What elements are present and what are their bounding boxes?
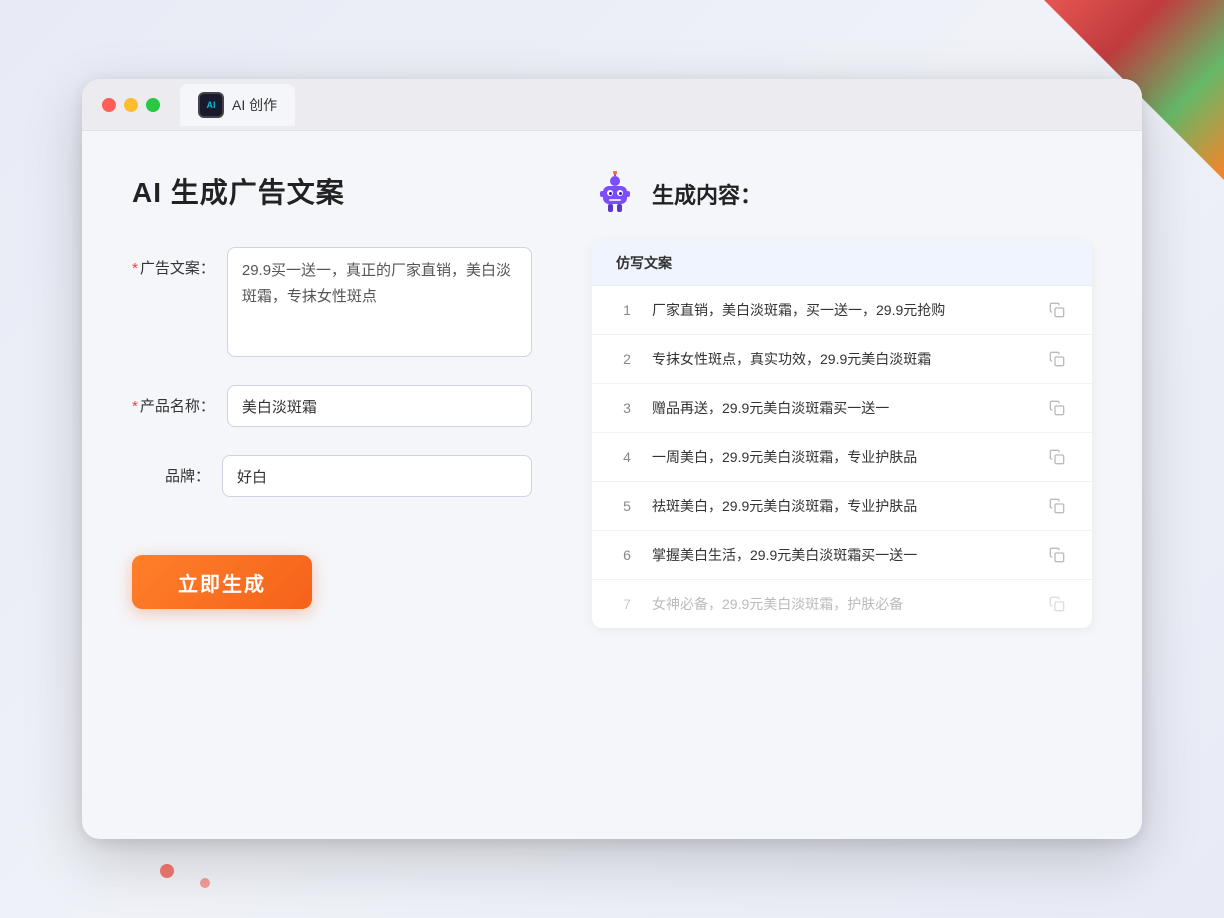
form-group-brand: 品牌： [132,455,532,497]
active-tab[interactable]: AI 创作 [180,84,295,126]
ad-copy-label: *广告文案： [132,257,227,278]
ai-logo-icon [198,92,224,118]
row-number: 4 [616,449,638,465]
copy-icon[interactable] [1046,446,1068,468]
robot-icon [592,171,638,217]
table-row: 4 一周美白，29.9元美白淡斑霜，专业护肤品 [592,433,1092,482]
traffic-lights [102,98,160,112]
row-number: 7 [616,596,638,612]
row-number: 5 [616,498,638,514]
row-number: 6 [616,547,638,563]
main-content: AI 生成广告文案 *广告文案： 29.9买一送一，真正的厂家直销，美白淡斑霜，… [82,131,1142,839]
product-name-input[interactable] [227,385,532,427]
row-text: 掌握美白生活，29.9元美白淡斑霜买一送一 [652,545,1032,566]
row-text: 赠品再送，29.9元美白淡斑霜买一送一 [652,398,1032,419]
copy-icon[interactable] [1046,544,1068,566]
row-number: 2 [616,351,638,367]
page-title: AI 生成广告文案 [132,171,532,211]
minimize-button[interactable] [124,98,138,112]
decorative-dot-2 [200,878,210,888]
title-bar: AI 创作 [82,79,1142,131]
table-row: 5 祛斑美白，29.9元美白淡斑霜，专业护肤品 [592,482,1092,531]
table-row: 3 赠品再送，29.9元美白淡斑霜买一送一 [592,384,1092,433]
generate-button[interactable]: 立即生成 [132,555,312,609]
table-row: 1 厂家直销，美白淡斑霜，买一送一，29.9元抢购 [592,286,1092,335]
copy-icon[interactable] [1046,397,1068,419]
right-header: 生成内容： [592,171,1092,217]
required-star-product: * [132,398,138,415]
copy-icon[interactable] [1046,348,1068,370]
form-group-product-name: *产品名称： [132,385,532,427]
row-number: 1 [616,302,638,318]
close-button[interactable] [102,98,116,112]
row-text: 女神必备，29.9元美白淡斑霜，护肤必备 [652,594,1032,615]
required-star-ad-copy: * [132,260,138,277]
copy-icon[interactable] [1046,299,1068,321]
row-text: 厂家直销，美白淡斑霜，买一送一，29.9元抢购 [652,300,1032,321]
ad-copy-input[interactable]: 29.9买一送一，真正的厂家直销，美白淡斑霜，专抹女性斑点 [227,247,532,357]
copy-icon[interactable] [1046,495,1068,517]
left-panel: AI 生成广告文案 *广告文案： 29.9买一送一，真正的厂家直销，美白淡斑霜，… [132,171,532,799]
brand-input[interactable] [222,455,532,497]
results-table: 仿写文案 1 厂家直销，美白淡斑霜，买一送一，29.9元抢购 2 专抹女性斑点，… [592,241,1092,628]
right-section-title: 生成内容： [652,178,762,210]
decorative-dot-1 [160,864,174,878]
copy-icon[interactable] [1046,593,1068,615]
table-row: 2 专抹女性斑点，真实功效，29.9元美白淡斑霜 [592,335,1092,384]
right-panel: 生成内容： 仿写文案 1 厂家直销，美白淡斑霜，买一送一，29.9元抢购 2 专… [592,171,1092,799]
row-text: 祛斑美白，29.9元美白淡斑霜，专业护肤品 [652,496,1032,517]
row-number: 3 [616,400,638,416]
row-text: 专抹女性斑点，真实功效，29.9元美白淡斑霜 [652,349,1032,370]
product-name-label: *产品名称： [132,395,227,416]
table-column-header: 仿写文案 [592,241,1092,286]
table-row: 6 掌握美白生活，29.9元美白淡斑霜买一送一 [592,531,1092,580]
tab-label: AI 创作 [232,95,277,115]
maximize-button[interactable] [146,98,160,112]
table-row: 7 女神必备，29.9元美白淡斑霜，护肤必备 [592,580,1092,628]
form-group-ad-copy: *广告文案： 29.9买一送一，真正的厂家直销，美白淡斑霜，专抹女性斑点 [132,247,532,357]
browser-window: AI 创作 AI 生成广告文案 *广告文案： 29.9买一送一，真正的厂家直销，… [82,79,1142,839]
brand-label: 品牌： [132,465,222,486]
row-text: 一周美白，29.9元美白淡斑霜，专业护肤品 [652,447,1032,468]
